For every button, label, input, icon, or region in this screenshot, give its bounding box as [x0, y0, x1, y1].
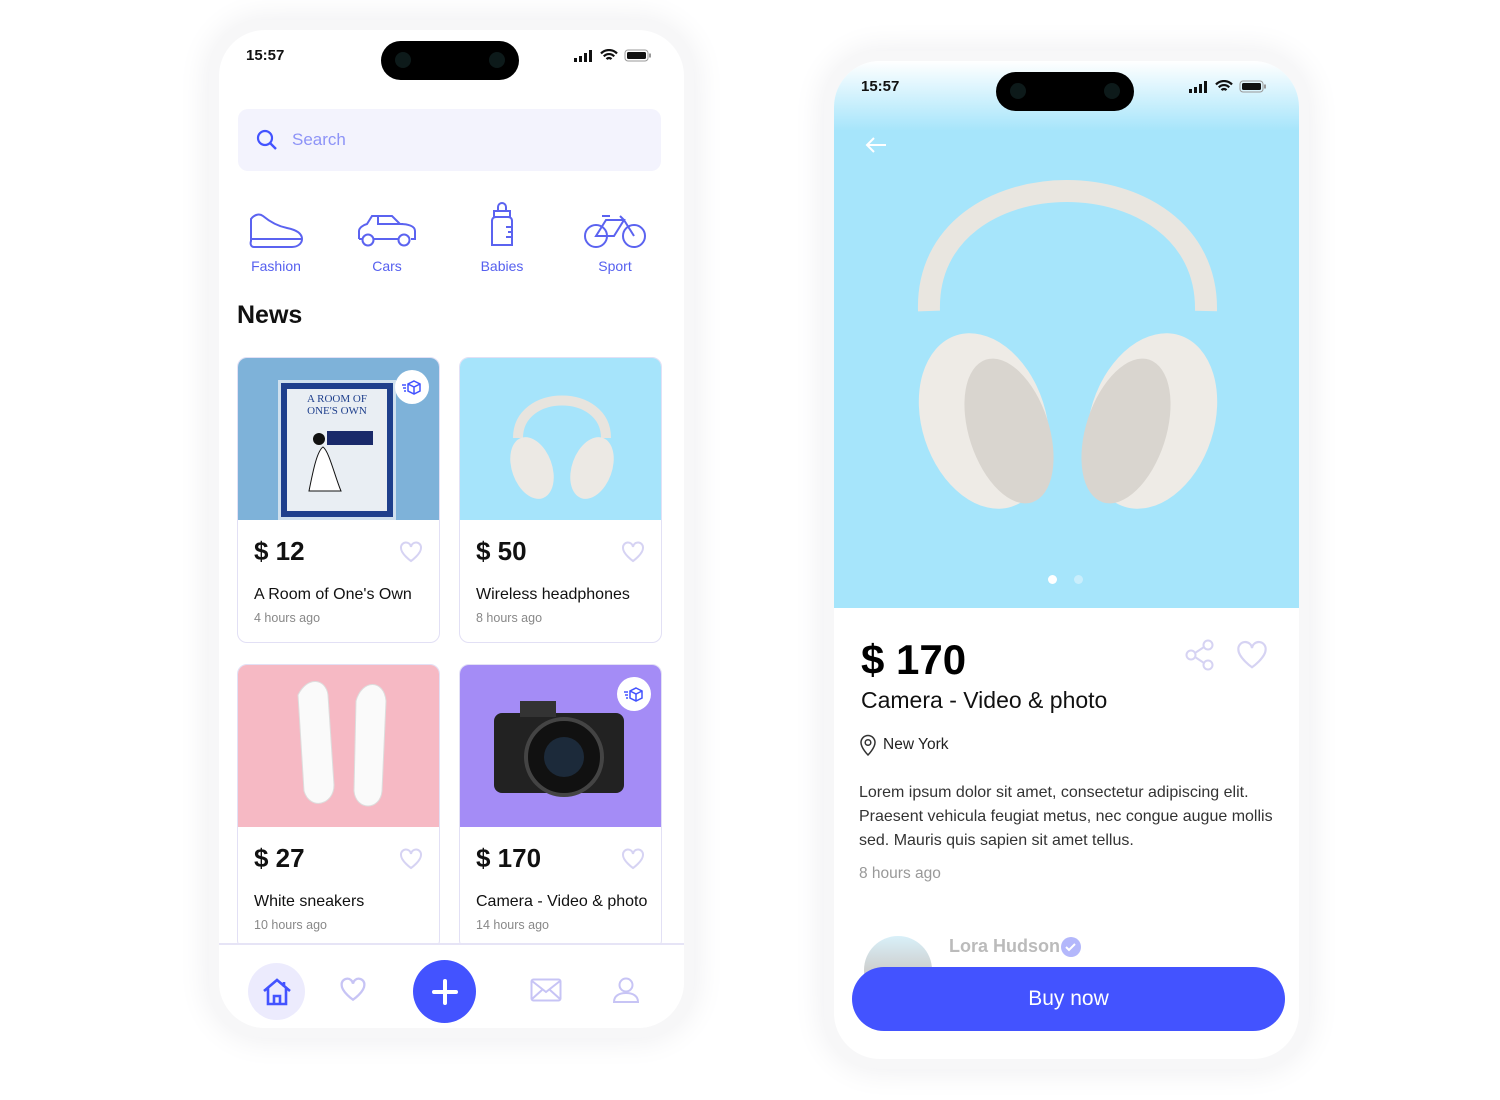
product-image: [460, 665, 661, 827]
favorite-heart-icon[interactable]: [1235, 640, 1269, 670]
shipping-badge: [395, 370, 429, 404]
product-price: $ 50: [476, 536, 527, 566]
location-text: New York: [883, 736, 949, 753]
car-icon: [358, 215, 416, 247]
search-input[interactable]: Search: [238, 109, 661, 171]
category-sport[interactable]: Sport: [570, 195, 660, 274]
product-image: [238, 665, 439, 827]
product-price: $ 170: [476, 843, 542, 873]
baby-bottle-icon: [491, 202, 513, 246]
search-placeholder: Search: [292, 130, 346, 149]
nav-profile[interactable]: [612, 976, 640, 1004]
carousel-dot[interactable]: [1074, 575, 1083, 584]
location: New York: [859, 734, 948, 756]
back-arrow-icon[interactable]: [864, 136, 888, 154]
search-icon: [256, 129, 277, 150]
buy-now-button[interactable]: Buy now: [852, 967, 1285, 1031]
book-cover: A ROOM OF ONE'S OWN: [278, 380, 396, 520]
home-icon: [262, 977, 291, 1005]
product-title: A Room of One's Own: [254, 586, 412, 603]
favorite-heart-icon[interactable]: [399, 848, 423, 870]
battery-icon: [1239, 80, 1266, 93]
mail-icon: [530, 978, 562, 1002]
status-bar: 15:57: [219, 30, 684, 90]
user-icon: [612, 977, 640, 1003]
product-price: $ 12: [254, 536, 305, 566]
detail-price: $ 170: [861, 636, 967, 683]
category-label: Sport: [598, 258, 632, 274]
status-icons: [1189, 80, 1267, 93]
category-babies[interactable]: Babies: [457, 195, 547, 274]
seller-name: Lora Hudson: [949, 936, 1060, 956]
category-label: Fashion: [251, 258, 301, 274]
verified-badge-icon: [1061, 937, 1081, 957]
signal-icon: [1189, 80, 1207, 93]
product-time: 14 hours ago: [476, 918, 549, 932]
description: Lorem ipsum dolor sit amet, consectetur …: [859, 784, 1273, 849]
favorite-heart-icon[interactable]: [399, 541, 423, 563]
product-time: 10 hours ago: [254, 918, 327, 932]
list-screen: 15:57 Search Fashion Cars Babies Sport N…: [219, 30, 684, 1028]
product-title: White sneakers: [254, 893, 365, 910]
shipping-badge: [617, 677, 651, 711]
category-label: Babies: [480, 258, 524, 274]
wifi-icon: [600, 49, 618, 61]
posted-time: 8 hours ago: [859, 865, 941, 882]
bottom-nav: [219, 943, 684, 1028]
category-label: Cars: [372, 258, 402, 274]
wifi-icon: [1215, 80, 1233, 92]
status-time: 15:57: [861, 78, 900, 95]
product-time: 4 hours ago: [254, 611, 321, 625]
heart-icon: [340, 977, 366, 1002]
box-icon: [402, 380, 421, 395]
carousel-dot[interactable]: [1048, 575, 1057, 584]
product-price: $ 27: [254, 843, 305, 873]
product-title: Wireless headphones: [476, 586, 630, 603]
product-card[interactable]: A ROOM OF ONE'S OWN $ 12 A Room of One's …: [237, 357, 440, 643]
nav-messages[interactable]: [530, 978, 562, 1002]
product-card[interactable]: $ 170 Camera - Video & photo 14 hours ag…: [459, 664, 662, 950]
detail-title: Camera - Video & photo: [861, 687, 1108, 713]
dynamic-island: [996, 72, 1134, 111]
product-image: [460, 358, 661, 520]
plus-icon: [431, 978, 458, 1005]
status-icons: [574, 49, 652, 62]
category-fashion[interactable]: Fashion: [231, 195, 321, 274]
box-icon: [624, 687, 643, 702]
category-row: Fashion Cars Babies Sport: [219, 195, 684, 275]
headphones-image: [917, 180, 1218, 509]
product-time: 8 hours ago: [476, 611, 543, 625]
product-gallery[interactable]: 15:57: [834, 61, 1299, 608]
category-cars[interactable]: Cars: [342, 195, 432, 274]
status-bar: 15:57: [834, 61, 1299, 121]
dynamic-island: [381, 41, 519, 80]
nav-favorites[interactable]: [339, 977, 367, 1002]
product-image: A ROOM OF ONE'S OWN: [238, 358, 439, 520]
sneaker-icon: [249, 213, 304, 248]
share-icon[interactable]: [1184, 639, 1216, 671]
product-title: Camera - Video & photo: [476, 893, 648, 910]
battery-icon: [624, 49, 651, 62]
signal-icon: [574, 49, 592, 62]
product-card[interactable]: $ 27 White sneakers 10 hours ago: [237, 664, 440, 950]
favorite-heart-icon[interactable]: [621, 848, 645, 870]
add-listing-button[interactable]: [413, 960, 476, 1023]
favorite-heart-icon[interactable]: [621, 541, 645, 563]
location-pin-icon: [860, 734, 876, 756]
detail-screen: 15:57 $ 170 Camera - Video & photo New Y…: [834, 61, 1299, 1059]
bicycle-icon: [584, 215, 646, 248]
product-card[interactable]: $ 50 Wireless headphones 8 hours ago: [459, 357, 662, 643]
carousel-dots: [1048, 575, 1083, 584]
headphones-image: [510, 395, 614, 499]
section-title: News: [237, 301, 303, 329]
nav-home[interactable]: [248, 963, 305, 1020]
sneakers-image: [297, 681, 387, 807]
status-time: 15:57: [246, 47, 285, 64]
